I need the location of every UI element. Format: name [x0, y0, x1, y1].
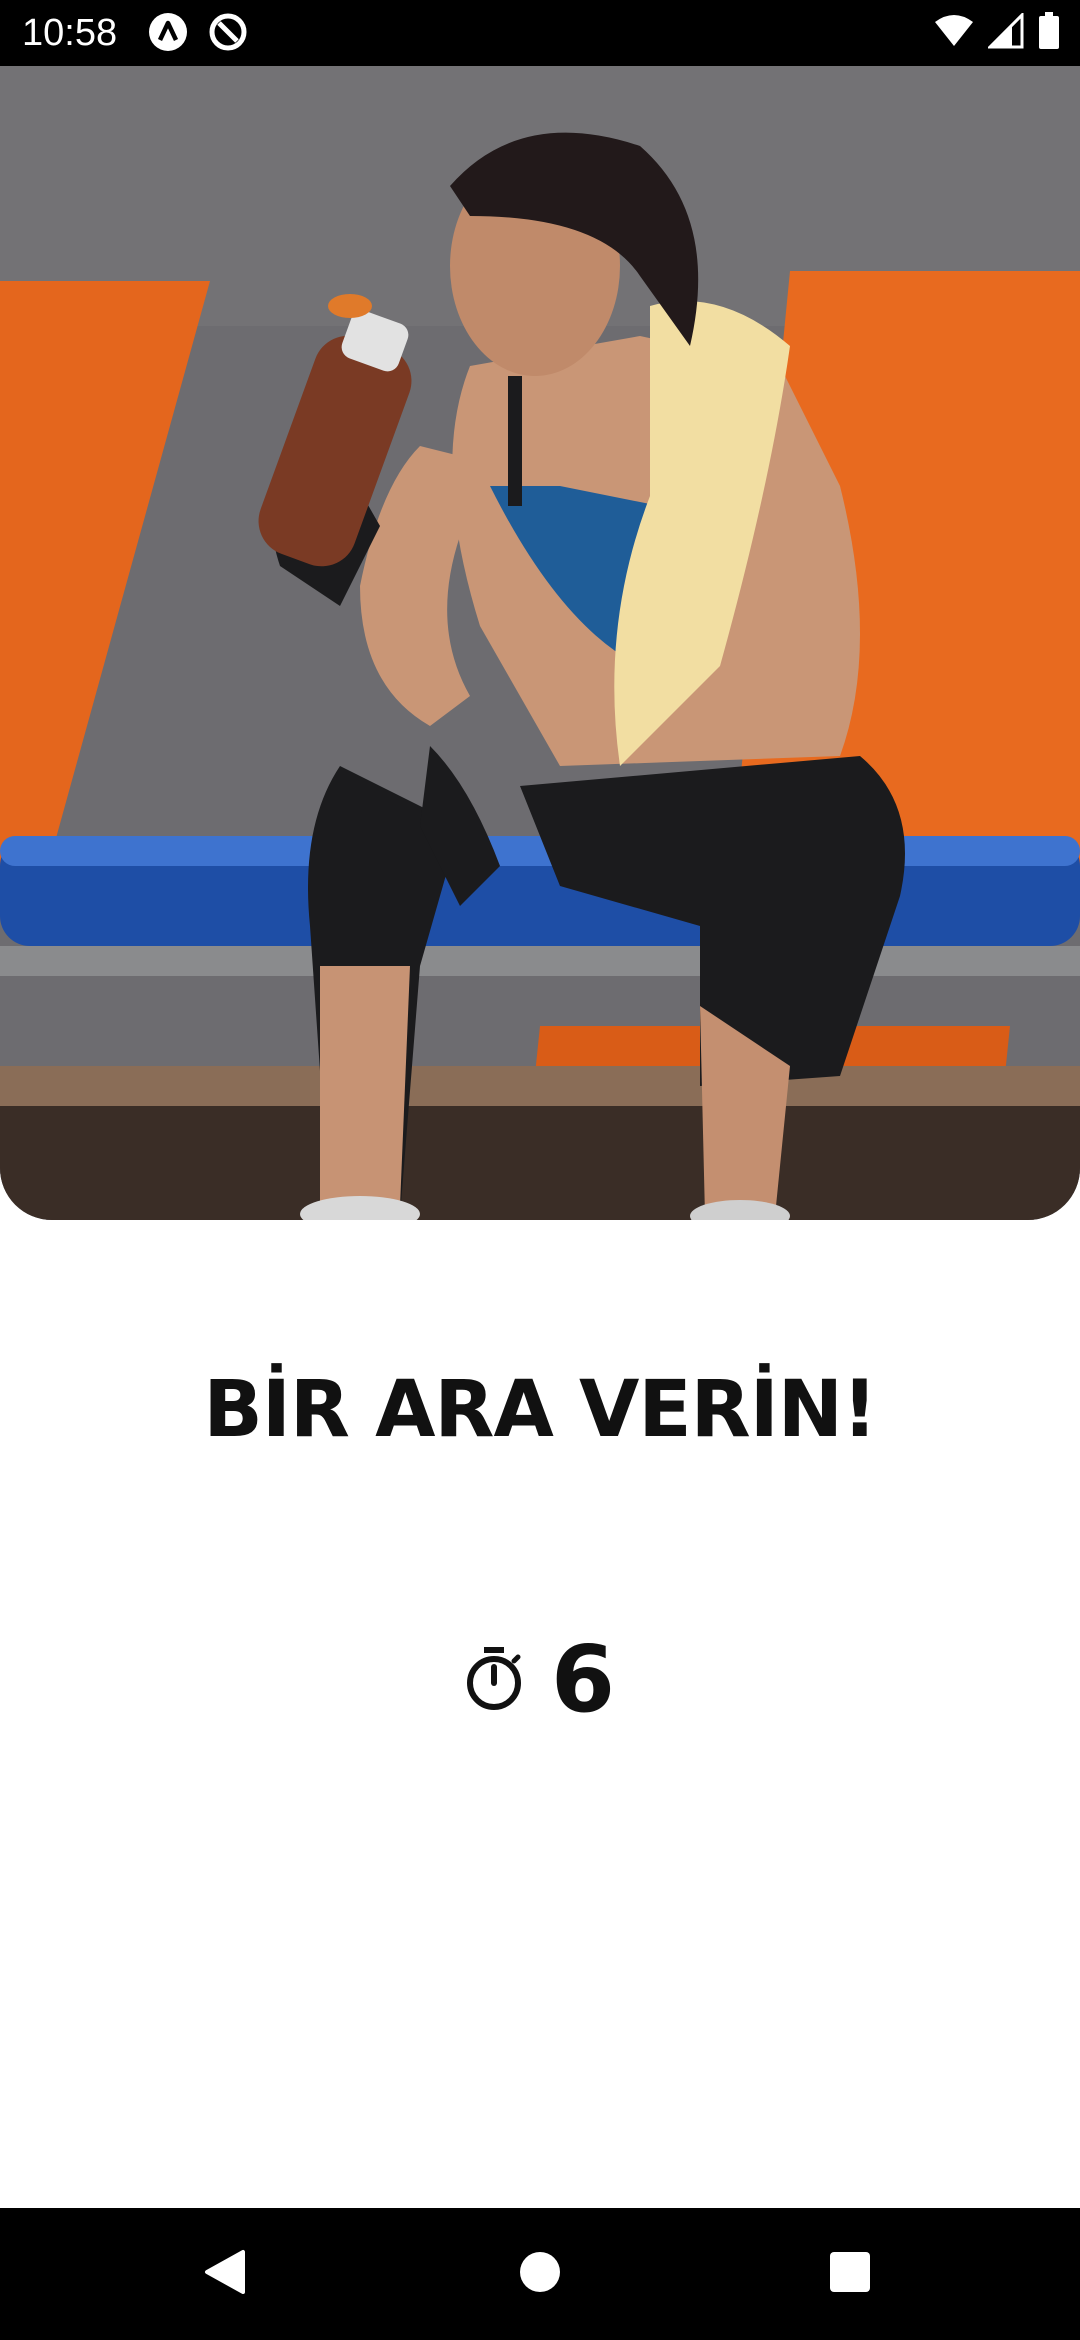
cell-signal-icon: [986, 11, 1024, 53]
status-right-group: [934, 11, 1060, 54]
recents-button[interactable]: [820, 2244, 880, 2304]
back-button[interactable]: [195, 2244, 255, 2304]
home-icon: [518, 2250, 562, 2298]
back-icon: [203, 2248, 247, 2300]
screen: 10:58 BİR ARA VERİN! 6: [0, 0, 1080, 2340]
wifi-icon: [934, 14, 974, 52]
timer-value: 6: [550, 1626, 615, 1733]
status-bar: 10:58: [0, 0, 1080, 66]
woman-drinking-water-photo: [0, 66, 1080, 1220]
hero-image: [0, 66, 1080, 1220]
page-title: BİR ARA VERİN!: [203, 1365, 877, 1455]
status-time: 10:58: [22, 12, 118, 54]
battery-icon: [1038, 12, 1060, 54]
stopwatch-icon: [465, 1645, 523, 1715]
app-a-icon: [148, 12, 188, 52]
rest-timer: 6: [0, 1620, 1080, 1740]
no-disturb-icon: [208, 12, 248, 52]
home-button[interactable]: [510, 2244, 570, 2304]
recents-icon: [829, 2251, 871, 2297]
navigation-bar: [0, 2208, 1080, 2340]
